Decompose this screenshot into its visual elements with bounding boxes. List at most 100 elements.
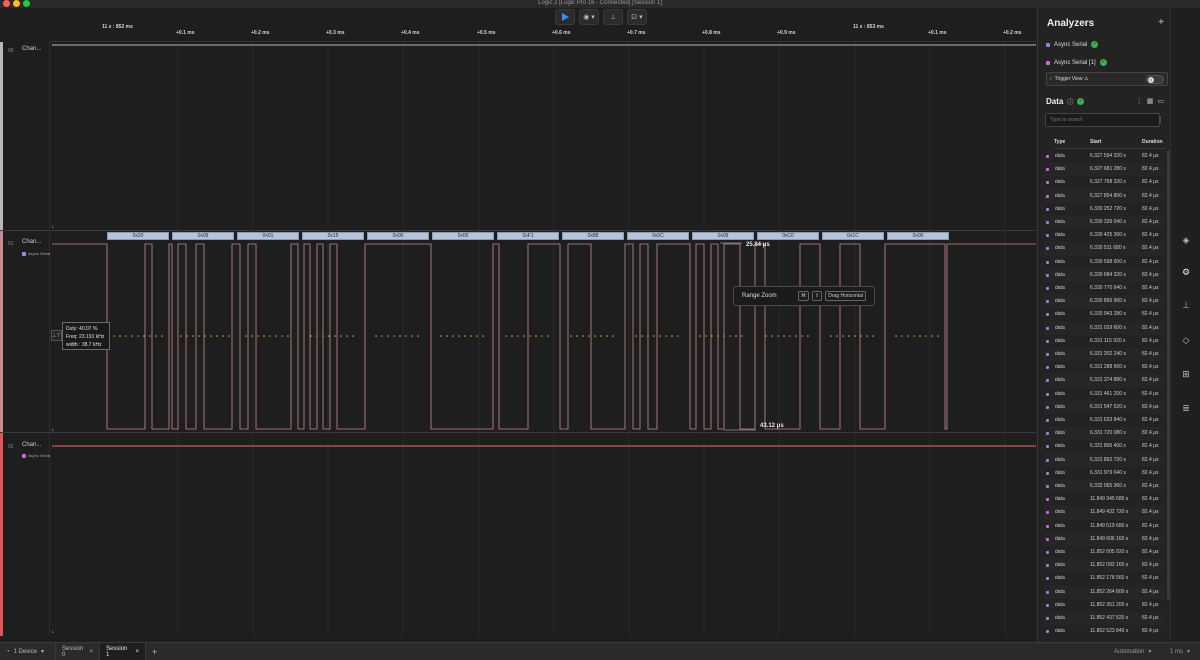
table-row[interactable]: data 11.849 606 160 s 82.4 μs — [1044, 532, 1165, 546]
extensions-icon[interactable]: ⊞ — [1180, 368, 1192, 380]
row-start: 6.331 633 840 s — [1090, 417, 1126, 423]
analyzer-item[interactable]: Async Serial ✓ — [1046, 41, 1099, 48]
column-header-duration[interactable]: Duration — [1142, 135, 1165, 149]
table-row[interactable]: data 6.331 633 840 s 82.4 μs — [1044, 414, 1165, 427]
table-row[interactable]: data 6.331 115 920 s 82.4 μs — [1044, 335, 1165, 348]
device-selector[interactable]: ◔ 1 Device ▾ — [0, 643, 56, 660]
decoded-byte[interactable]: 0x20 — [107, 232, 169, 240]
table-row[interactable]: data 11.849 345 680 s 82.4 μs — [1044, 493, 1165, 506]
table-row[interactable]: data 11.852 264 800 s 82.4 μs — [1044, 585, 1165, 599]
row-type: data — [1055, 364, 1065, 371]
table-row[interactable]: data 6.331 892 720 s 82.4 μs — [1044, 453, 1165, 467]
zoom-selector[interactable]: 1 ms ▾ — [1170, 643, 1190, 660]
row-type: data — [1055, 271, 1065, 278]
table-row[interactable]: data 11.852 178 560 s 82.4 μs — [1044, 572, 1165, 585]
marker-icon[interactable]: ◇ — [1180, 334, 1192, 346]
table-row[interactable]: data 6.331 029 600 s 82.4 μs — [1044, 321, 1165, 335]
table-row[interactable]: data 11.852 437 520 s 82.4 μs — [1044, 612, 1165, 626]
more-vertical-icon[interactable]: ⋮ — [1136, 97, 1143, 105]
add-session-button[interactable]: + — [146, 643, 163, 660]
column-header-start[interactable]: Start — [1090, 135, 1142, 149]
terminal-view-icon[interactable]: ▭ — [1157, 97, 1164, 105]
waveform-canvas[interactable]: L L L — [0, 42, 1036, 636]
row-start: 6.331 806 400 s — [1090, 443, 1126, 450]
table-row[interactable]: data 6.330 684 320 s 82.4 μs — [1044, 268, 1165, 282]
table-row[interactable]: data 11.852 005 920 s 82.4 μs — [1044, 546, 1165, 559]
table-row[interactable]: data 6.330 770 640 s 82.4 μs — [1044, 282, 1165, 295]
add-analyzer-button[interactable]: + — [1158, 17, 1164, 28]
decoded-byte[interactable]: 0x09 — [172, 232, 234, 240]
drag-horizontal-hint: Drag Horizontal — [825, 291, 866, 301]
table-row[interactable]: data 11.852 523 840 s 82.4 μs — [1044, 625, 1165, 638]
tab-session-0[interactable]: Session 0 × — [56, 643, 100, 660]
table-row[interactable]: data 6.330 856 960 s 82.4 μs — [1044, 295, 1165, 309]
row-start: 6.330 339 040 s — [1090, 219, 1126, 225]
table-row[interactable]: data 6.331 806 400 s 82.4 μs — [1044, 440, 1165, 453]
table-row[interactable]: data 6.327 594 320 s 82.4 μs — [1044, 150, 1165, 163]
column-header-type[interactable]: Type — [1054, 135, 1090, 149]
close-icon[interactable]: × — [135, 649, 139, 655]
data-search-input[interactable] — [1045, 113, 1160, 127]
table-row[interactable]: data 6.331 979 040 s 82.4 μs — [1044, 467, 1165, 480]
table-row[interactable]: data 6.331 720 080 s 82.4 μs — [1044, 427, 1165, 441]
table-row[interactable]: data 11.849 432 720 s 82.4 μs — [1044, 506, 1165, 520]
measurement-toggle-icon[interactable]: ⊥⊤ — [51, 330, 62, 341]
table-row[interactable]: data 6.330 511 680 s 82.4 μs — [1044, 242, 1165, 256]
table-row[interactable]: data 6.331 374 880 s 82.4 μs — [1044, 374, 1165, 388]
table-row[interactable]: data 11.849 519 680 s 82.4 μs — [1044, 520, 1165, 533]
table-row[interactable]: data 6.331 202 240 s 82.4 μs — [1044, 348, 1165, 362]
decoded-byte[interactable]: 0x0C — [627, 232, 689, 240]
table-row[interactable]: data 6.327 768 320 s 82.4 μs — [1044, 176, 1165, 189]
time-ruler[interactable]: 11 s : 852 ms +0.1 ms +0.2 ms +0.3 ms +0… — [50, 24, 1036, 42]
decoded-byte[interactable]: 0x09 — [692, 232, 754, 240]
device-settings-button[interactable]: ◉ ▾ — [579, 9, 599, 25]
table-row[interactable]: data 6.330 252 720 s 82.4 μs — [1044, 203, 1165, 216]
device-label: 1 Device — [13, 648, 37, 655]
capture-mode-button[interactable]: ⊡ ▾ — [627, 9, 647, 25]
decoded-byte[interactable]: 0x15 — [302, 232, 364, 240]
table-row[interactable]: data 6.330 943 280 s 82.4 μs — [1044, 308, 1165, 321]
trigger-view-row[interactable]: › Trigger View ⚠ × — [1046, 72, 1168, 86]
decoded-byte[interactable]: 0xF1 — [497, 232, 559, 240]
decoded-byte[interactable]: 0xC0 — [757, 232, 819, 240]
row-analyzer-swatch — [1046, 445, 1049, 449]
table-row[interactable]: data 6.330 425 360 s 82.4 μs — [1044, 229, 1165, 242]
table-row[interactable]: data 6.330 339 040 s 82.4 μs — [1044, 216, 1165, 230]
decoded-byte[interactable]: 0x00 — [367, 232, 429, 240]
decoded-byte[interactable]: 0x88 — [562, 232, 624, 240]
table-row[interactable]: data 6.327 854 800 s 82.4 μs — [1044, 189, 1165, 203]
decoded-byte[interactable]: 0x00 — [432, 232, 494, 240]
table-row[interactable]: data 6.332 065 360 s 82.4 μs — [1044, 480, 1165, 494]
row-duration: 82.4 μs — [1142, 271, 1159, 278]
table-row[interactable]: data 6.331 288 560 s 82.4 μs — [1044, 361, 1165, 374]
row-analyzer-swatch — [1046, 207, 1049, 211]
decoded-byte[interactable]: 0x01 — [237, 232, 299, 240]
row-type: data — [1055, 549, 1065, 555]
table-row[interactable]: data 6.330 598 000 s 82.4 μs — [1044, 256, 1165, 269]
decoded-byte[interactable]: 0x00 — [887, 232, 949, 240]
settings-icon[interactable]: ⚙ — [1180, 266, 1192, 278]
table-row[interactable]: data 6.331 461 200 s 82.4 μs — [1044, 388, 1165, 401]
trigger-view-label: Trigger View ⚠ — [1054, 76, 1089, 82]
table-row[interactable]: data 6.327 681 280 s 82.4 μs — [1044, 163, 1165, 177]
decoded-byte[interactable]: 0x1C — [822, 232, 884, 240]
table-row[interactable]: data 11.852 351 200 s 82.4 μs — [1044, 599, 1165, 612]
notes-icon[interactable]: ≣ — [1180, 402, 1192, 414]
trigger-button[interactable]: ⊥ — [603, 9, 623, 25]
timing-icon[interactable]: ⊥ — [1180, 299, 1192, 311]
row-duration: 82.4 μs — [1142, 245, 1159, 252]
table-row[interactable]: data 11.852 092 160 s 82.4 μs — [1044, 559, 1165, 573]
tab-session-1[interactable]: Session 1 × — [100, 643, 146, 660]
analyzer-item[interactable]: Async Serial [1] ✓ — [1046, 59, 1107, 66]
table-row[interactable]: data 6.331 547 520 s 82.4 μs — [1044, 400, 1165, 414]
row-start: 6.331 374 880 s — [1090, 377, 1126, 384]
layers-icon[interactable]: ◈ — [1180, 234, 1192, 246]
data-table[interactable]: Type Start Duration data 6.327 594 320 s 8… — [1044, 135, 1165, 640]
search-options-icon[interactable]: ⋮ — [1157, 116, 1164, 124]
table-view-icon[interactable]: ▦ — [1147, 97, 1154, 105]
start-capture-button[interactable] — [555, 9, 575, 25]
automation-button[interactable]: Automation ▾ — [1114, 643, 1151, 660]
trigger-view-toggle[interactable]: × — [1146, 75, 1164, 84]
row-duration: 82.4 μs — [1142, 562, 1159, 569]
close-icon[interactable]: × — [89, 649, 93, 655]
